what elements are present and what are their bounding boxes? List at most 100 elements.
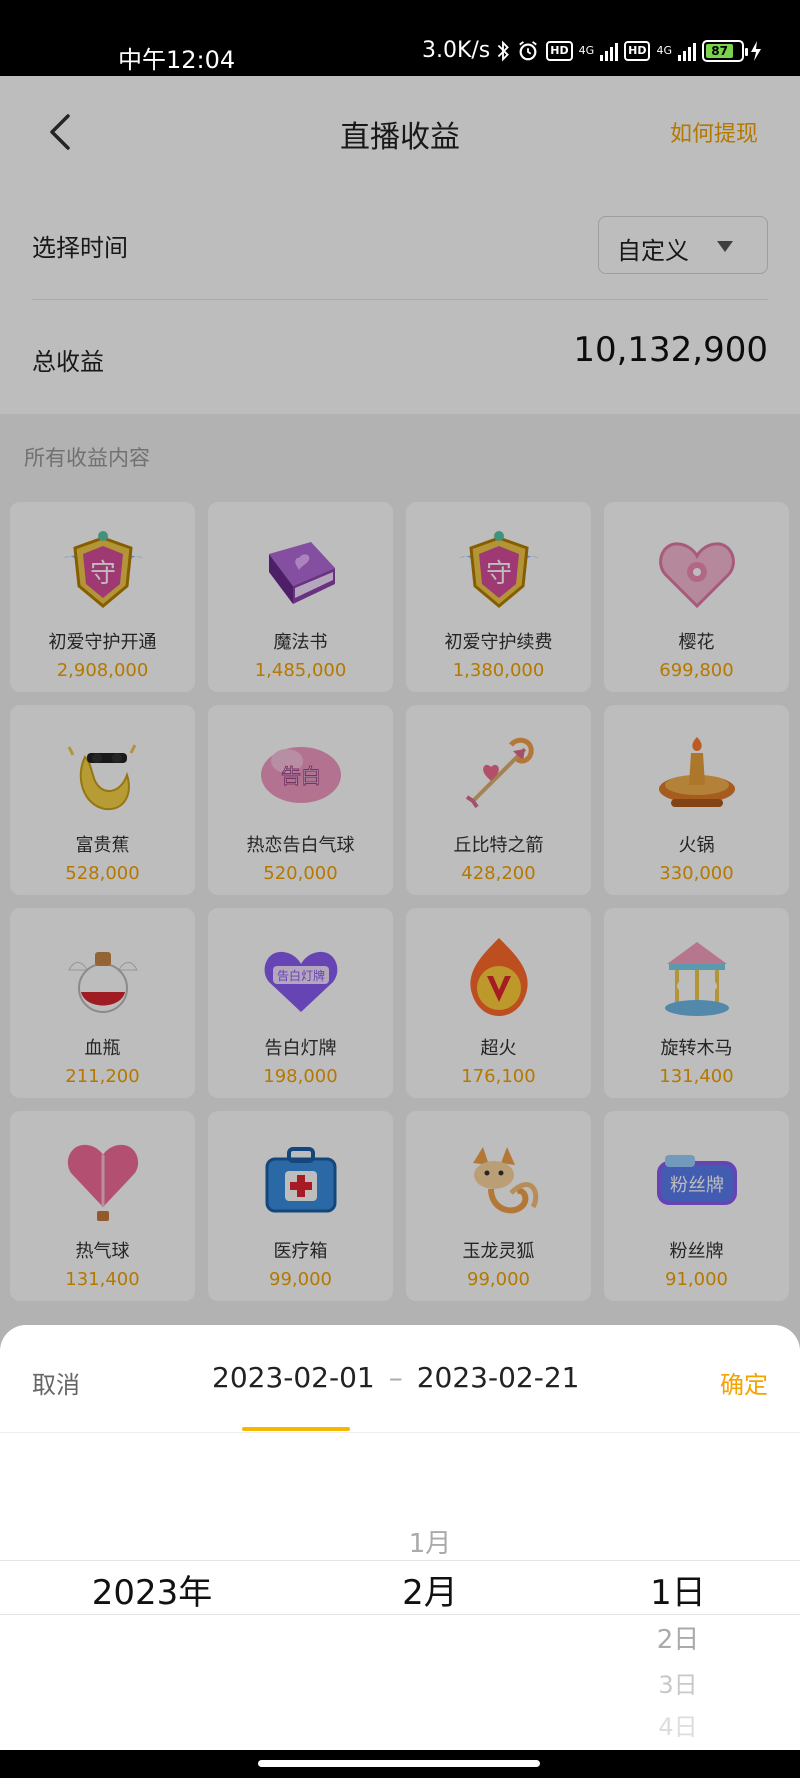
network-type: 4G xyxy=(578,43,595,57)
gift-value: 520,000 xyxy=(263,863,338,884)
status-icons: 3.0K/s HD 4G HD 4G 87 xyxy=(422,38,762,63)
range-separator: – xyxy=(388,1361,403,1394)
day-option: 2日 xyxy=(656,1625,700,1655)
alarm-icon xyxy=(519,40,538,60)
gift-name: 血瓶 xyxy=(84,1038,121,1059)
signal-icon xyxy=(678,41,696,61)
year-selected: 2023年 xyxy=(91,1573,213,1613)
svg-text:告白灯牌: 告白灯牌 xyxy=(276,968,324,983)
gift-name: 初爱守护续费 xyxy=(444,632,553,653)
signal-icon xyxy=(600,41,619,61)
svg-text:守: 守 xyxy=(89,559,115,589)
cancel-button[interactable]: 取消 xyxy=(32,1365,80,1400)
gift-card: 粉丝牌 粉丝牌 91,000 xyxy=(604,1111,789,1301)
selection-line-bottom xyxy=(0,1614,800,1615)
gift-value: 330,000 xyxy=(659,863,734,884)
date-range-picker-sheet: 取消 2023-02-01 – 2023-02-21 确定 2023年 1月 2… xyxy=(0,1325,800,1750)
gift-card: 守初爱守护开通 2,908,000 xyxy=(10,502,195,692)
hot-air-balloon-icon xyxy=(55,1133,151,1229)
system-nav-bar xyxy=(0,1750,800,1778)
gift-name: 樱花 xyxy=(678,632,715,653)
gift-value: 1,485,000 xyxy=(254,660,347,681)
hotpot-icon xyxy=(649,727,745,823)
gift-name: 丘比特之箭 xyxy=(453,835,544,856)
gift-name: 玉龙灵狐 xyxy=(462,1241,535,1262)
gift-value: 198,000 xyxy=(263,1066,338,1087)
super-fire-icon xyxy=(451,930,547,1026)
gift-name: 魔法书 xyxy=(273,632,328,653)
gift-value: 131,400 xyxy=(659,1066,734,1087)
gift-value: 99,000 xyxy=(269,1269,332,1290)
magic-book-icon xyxy=(253,524,349,620)
gift-card: 火锅 330,000 xyxy=(604,705,789,895)
gift-card: 告白灯牌 告白灯牌 198,000 xyxy=(208,908,393,1098)
guard-shield-icon: 守 xyxy=(451,524,547,620)
gift-value: 131,400 xyxy=(65,1269,140,1290)
fox-icon xyxy=(451,1133,547,1229)
time-filter-label: 选择时间 xyxy=(32,234,128,262)
gift-card: 热气球 131,400 xyxy=(10,1111,195,1301)
gift-value: 91,000 xyxy=(665,1269,728,1290)
date-range: 2023-02-01 – 2023-02-21 xyxy=(212,1361,579,1394)
gift-value: 528,000 xyxy=(65,863,140,884)
svg-text:粉丝牌: 粉丝牌 xyxy=(670,1175,724,1196)
carousel-icon xyxy=(649,930,745,1026)
time-filter-row: 选择时间 自定义 xyxy=(32,186,768,300)
banana-icon xyxy=(55,727,151,823)
gift-value: 1,380,000 xyxy=(452,660,545,681)
svg-text:告白: 告白 xyxy=(281,764,321,788)
gift-card: 医疗箱 99,000 xyxy=(208,1111,393,1301)
gift-card: 告白热恋告白气球 520,000 xyxy=(208,705,393,895)
gift-name: 粉丝牌 xyxy=(669,1241,724,1262)
home-indicator[interactable] xyxy=(258,1760,540,1767)
selection-line-top xyxy=(0,1560,800,1561)
gift-value: 211,200 xyxy=(65,1066,140,1087)
gift-value: 428,200 xyxy=(461,863,536,884)
svg-text:守: 守 xyxy=(485,559,511,589)
medical-kit-icon xyxy=(253,1133,349,1229)
time-filter-value: 自定义 xyxy=(617,237,689,265)
section-title: 所有收益内容 xyxy=(24,446,150,470)
gift-name: 富贵蕉 xyxy=(75,835,130,856)
potion-icon xyxy=(55,930,151,1026)
fan-badge-icon: 粉丝牌 xyxy=(649,1133,745,1229)
picker-wheels: 2023年 1月 2月 1日 2日 3日 4日 xyxy=(0,1433,800,1750)
gift-name: 热恋告白气球 xyxy=(246,835,355,856)
total-earnings-row: 总收益 10,132,900 xyxy=(32,300,768,414)
time-filter-select[interactable]: 自定义 xyxy=(598,216,768,274)
gift-value: 99,000 xyxy=(467,1269,530,1290)
status-time: 中午12:04 xyxy=(118,46,236,74)
gift-card: 富贵蕉 528,000 xyxy=(10,705,195,895)
gift-name: 初爱守护开通 xyxy=(48,632,157,653)
gift-card: 血瓶 211,200 xyxy=(10,908,195,1098)
gift-card: 樱花 699,800 xyxy=(604,502,789,692)
network-speed: 3.0K/s xyxy=(421,38,491,63)
gift-name: 热气球 xyxy=(75,1241,130,1262)
gift-grid: 守初爱守护开通 2,908,000 魔法书 1,485,000 守初爱守护续费 1,380… xyxy=(0,502,800,1301)
confirm-button[interactable]: 确定 xyxy=(720,1365,768,1400)
status-bar: 中午12:04 3.0K/s HD 4G HD 4G 87 xyxy=(0,0,800,76)
gift-card: 玉龙灵狐 99,000 xyxy=(406,1111,591,1301)
sakura-heart-box-icon xyxy=(649,524,745,620)
picker-header: 取消 2023-02-01 – 2023-02-21 确定 xyxy=(0,1325,800,1433)
month-option: 1月 xyxy=(408,1529,452,1559)
gift-name: 超火 xyxy=(480,1038,517,1059)
gift-value: 176,100 xyxy=(461,1066,536,1087)
gift-card: 守初爱守护续费 1,380,000 xyxy=(406,502,591,692)
end-date-tab[interactable]: 2023-02-21 xyxy=(417,1361,580,1394)
charging-icon xyxy=(751,40,761,61)
cupid-arrow-icon xyxy=(451,727,547,823)
gift-name: 告白灯牌 xyxy=(264,1038,337,1059)
header-section: 直播收益 如何提现 选择时间 自定义 总收益 10,132,900 xyxy=(0,76,800,414)
gift-name: 医疗箱 xyxy=(273,1241,328,1262)
total-earnings-label: 总收益 xyxy=(32,348,104,376)
start-date-tab[interactable]: 2023-02-01 xyxy=(212,1361,375,1394)
how-to-withdraw-link[interactable]: 如何提现 xyxy=(670,116,758,148)
gift-name: 火锅 xyxy=(678,835,715,856)
dropdown-caret-icon xyxy=(717,241,733,252)
network-type: 4G xyxy=(656,43,672,57)
confession-balloon-icon: 告白 xyxy=(253,727,349,823)
nav-bar: 直播收益 如何提现 xyxy=(0,76,800,186)
battery-icon: 87 xyxy=(702,39,748,62)
day-option: 3日 xyxy=(658,1671,698,1699)
